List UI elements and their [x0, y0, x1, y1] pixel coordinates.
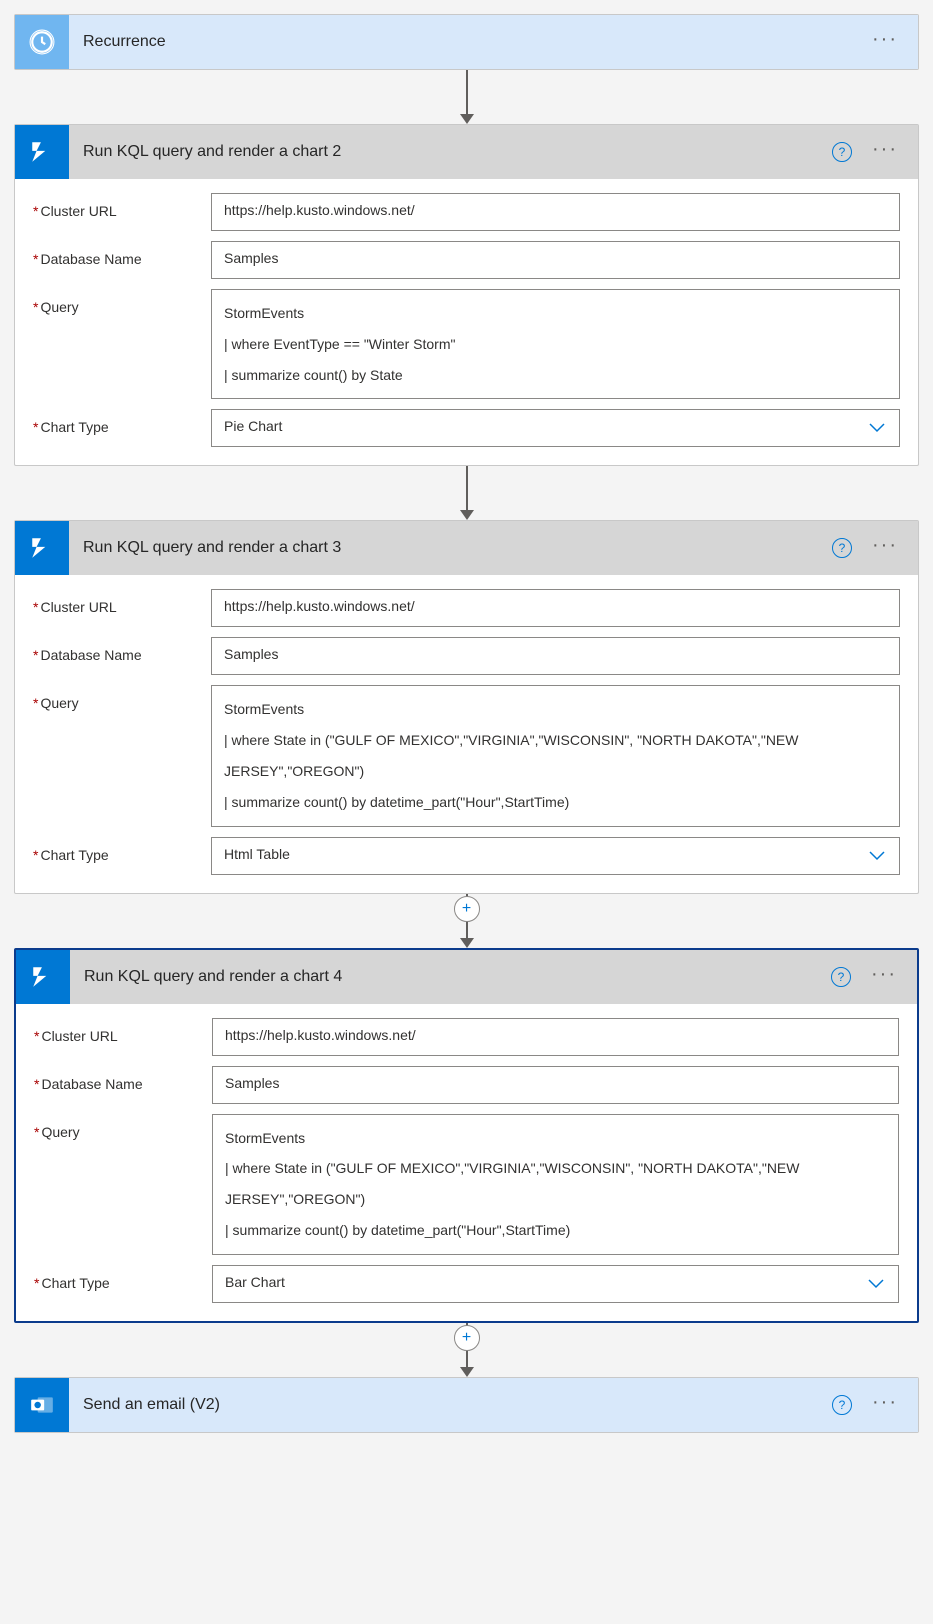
connector-arrow [460, 70, 474, 124]
step-header[interactable]: Run KQL query and render a chart 2 ? ··· [15, 125, 918, 179]
step-kql-4: Run KQL query and render a chart 4 ? ···… [14, 948, 919, 1323]
add-step-button[interactable]: + [454, 896, 480, 922]
clock-icon [15, 15, 69, 69]
query-input[interactable]: StormEvents | where State in ("GULF OF M… [211, 685, 900, 826]
step-send-email[interactable]: Send an email (V2) ? ··· [14, 1377, 919, 1433]
cluster-url-label: *Cluster URL [33, 589, 211, 615]
kusto-icon [15, 125, 69, 179]
more-button[interactable]: ··· [872, 535, 898, 561]
step-kql-2: Run KQL query and render a chart 2 ? ···… [14, 124, 919, 466]
chart-type-select[interactable]: Bar Chart [212, 1265, 899, 1303]
more-button[interactable]: ··· [871, 964, 897, 990]
query-label: *Query [34, 1114, 212, 1140]
more-button[interactable]: ··· [872, 139, 898, 165]
step-title: Run KQL query and render a chart 3 [83, 539, 832, 557]
connector-arrow: + [460, 894, 474, 948]
kusto-icon [16, 950, 70, 1004]
step-header[interactable]: Run KQL query and render a chart 4 ? ··· [16, 950, 917, 1004]
help-icon[interactable]: ? [832, 142, 852, 162]
chevron-down-icon [869, 848, 885, 864]
database-name-label: *Database Name [34, 1066, 212, 1092]
help-icon[interactable]: ? [831, 967, 851, 987]
database-name-input[interactable]: Samples [211, 637, 900, 675]
query-label: *Query [33, 289, 211, 315]
more-button[interactable]: ··· [872, 1392, 898, 1418]
add-step-button[interactable]: + [454, 1325, 480, 1351]
cluster-url-label: *Cluster URL [34, 1018, 212, 1044]
chevron-down-icon [869, 420, 885, 436]
database-name-label: *Database Name [33, 637, 211, 663]
kusto-icon [15, 521, 69, 575]
help-icon[interactable]: ? [832, 1395, 852, 1415]
cluster-url-input[interactable]: https://help.kusto.windows.net/ [211, 193, 900, 231]
outlook-icon [15, 1378, 69, 1432]
help-icon[interactable]: ? [832, 538, 852, 558]
chevron-down-icon [868, 1276, 884, 1292]
cluster-url-input[interactable]: https://help.kusto.windows.net/ [211, 589, 900, 627]
chart-type-select[interactable]: Html Table [211, 837, 900, 875]
step-header[interactable]: Run KQL query and render a chart 3 ? ··· [15, 521, 918, 575]
query-input[interactable]: StormEvents | where EventType == "Winter… [211, 289, 900, 399]
chart-type-select[interactable]: Pie Chart [211, 409, 900, 447]
connector-arrow: + [460, 1323, 474, 1377]
cluster-url-input[interactable]: https://help.kusto.windows.net/ [212, 1018, 899, 1056]
step-title: Recurrence [83, 33, 872, 51]
step-title: Run KQL query and render a chart 4 [84, 968, 831, 986]
step-title: Run KQL query and render a chart 2 [83, 143, 832, 161]
step-title: Send an email (V2) [83, 1396, 832, 1414]
query-label: *Query [33, 685, 211, 711]
step-kql-3: Run KQL query and render a chart 3 ? ···… [14, 520, 919, 893]
query-input[interactable]: StormEvents | where State in ("GULF OF M… [212, 1114, 899, 1255]
cluster-url-label: *Cluster URL [33, 193, 211, 219]
chart-type-label: *Chart Type [34, 1265, 212, 1291]
step-recurrence[interactable]: Recurrence ··· [14, 14, 919, 70]
database-name-input[interactable]: Samples [212, 1066, 899, 1104]
more-button[interactable]: ··· [872, 29, 898, 55]
chart-type-label: *Chart Type [33, 837, 211, 863]
database-name-label: *Database Name [33, 241, 211, 267]
chart-type-label: *Chart Type [33, 409, 211, 435]
connector-arrow [460, 466, 474, 520]
database-name-input[interactable]: Samples [211, 241, 900, 279]
